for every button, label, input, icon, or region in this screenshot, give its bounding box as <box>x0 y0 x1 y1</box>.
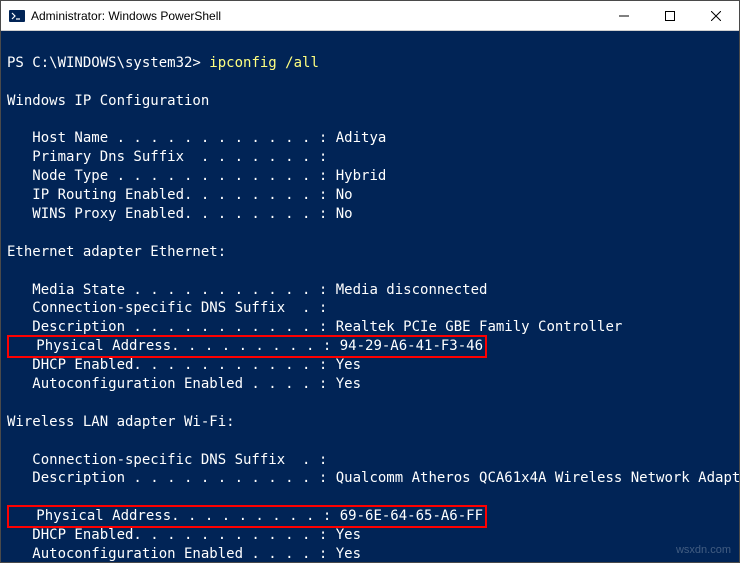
ip-routing-label: IP Routing Enabled. . . . . . . . : <box>7 186 336 205</box>
window-title: Administrator: Windows PowerShell <box>31 9 601 23</box>
maximize-button[interactable] <box>647 1 693 30</box>
eth-dns-label: Connection-specific DNS Suffix . : <box>7 299 327 318</box>
wifi-autoconfig-value: Yes <box>336 545 361 562</box>
maximize-icon <box>665 11 675 21</box>
node-type-label: Node Type . . . . . . . . . . . . : <box>7 167 336 186</box>
terminal-output[interactable]: PS C:\WINDOWS\system32> ipconfig /all Wi… <box>1 31 739 562</box>
powershell-icon <box>9 8 25 24</box>
ethernet-adapter-header: Ethernet adapter Ethernet: <box>7 244 226 260</box>
eth-autoconfig-label: Autoconfiguration Enabled . . . . : <box>7 375 336 394</box>
watermark: wsxdn.com <box>676 543 731 558</box>
wifi-adapter-header: Wireless LAN adapter Wi-Fi: <box>7 414 235 430</box>
wifi-physical-value: 69-6E-64-65-A6-FF <box>340 507 483 526</box>
wifi-autoconfig-label: Autoconfiguration Enabled . . . . : <box>7 545 336 562</box>
primary-dns-label: Primary Dns Suffix . . . . . . . : <box>7 148 327 167</box>
wifi-dhcp-label: DHCP Enabled. . . . . . . . . . . : <box>7 526 336 545</box>
wins-proxy-label: WINS Proxy Enabled. . . . . . . . : <box>7 205 336 224</box>
minimize-icon <box>619 11 629 21</box>
wins-proxy-value: No <box>336 205 353 224</box>
powershell-window: Administrator: Windows PowerShell PS C:\… <box>0 0 740 563</box>
eth-dhcp-value: Yes <box>336 356 361 375</box>
prompt-command: ipconfig /all <box>209 55 319 71</box>
wifi-dhcp-value: Yes <box>336 526 361 545</box>
eth-physical-address-highlight: Physical Address. . . . . . . . . : 94-2… <box>7 335 487 358</box>
minimize-button[interactable] <box>601 1 647 30</box>
eth-media-value: Media disconnected <box>336 281 488 300</box>
wifi-dns-label: Connection-specific DNS Suffix . : <box>7 451 327 470</box>
host-name-value: Aditya <box>336 129 387 148</box>
eth-physical-label: Physical Address. . . . . . . . . : <box>11 337 340 356</box>
node-type-value: Hybrid <box>336 167 387 186</box>
wifi-physical-address-highlight: Physical Address. . . . . . . . . : 69-6… <box>7 505 487 528</box>
close-icon <box>711 11 721 21</box>
host-name-label: Host Name . . . . . . . . . . . . : <box>7 129 336 148</box>
ip-routing-value: No <box>336 186 353 205</box>
close-button[interactable] <box>693 1 739 30</box>
eth-media-label: Media State . . . . . . . . . . . : <box>7 281 336 300</box>
eth-autoconfig-value: Yes <box>336 375 361 394</box>
wifi-physical-label: Physical Address. . . . . . . . . : <box>11 507 340 526</box>
wifi-description-label: Description . . . . . . . . . . . : <box>7 469 336 488</box>
wifi-description-value: Qualcomm Atheros QCA61x4A Wireless Netwo… <box>336 469 739 488</box>
eth-physical-value: 94-29-A6-41-F3-46 <box>340 337 483 356</box>
eth-dhcp-label: DHCP Enabled. . . . . . . . . . . : <box>7 356 336 375</box>
prompt-path: PS C:\WINDOWS\system32> <box>7 55 209 71</box>
titlebar[interactable]: Administrator: Windows PowerShell <box>1 1 739 31</box>
section-header: Windows IP Configuration <box>7 93 209 109</box>
window-controls <box>601 1 739 30</box>
